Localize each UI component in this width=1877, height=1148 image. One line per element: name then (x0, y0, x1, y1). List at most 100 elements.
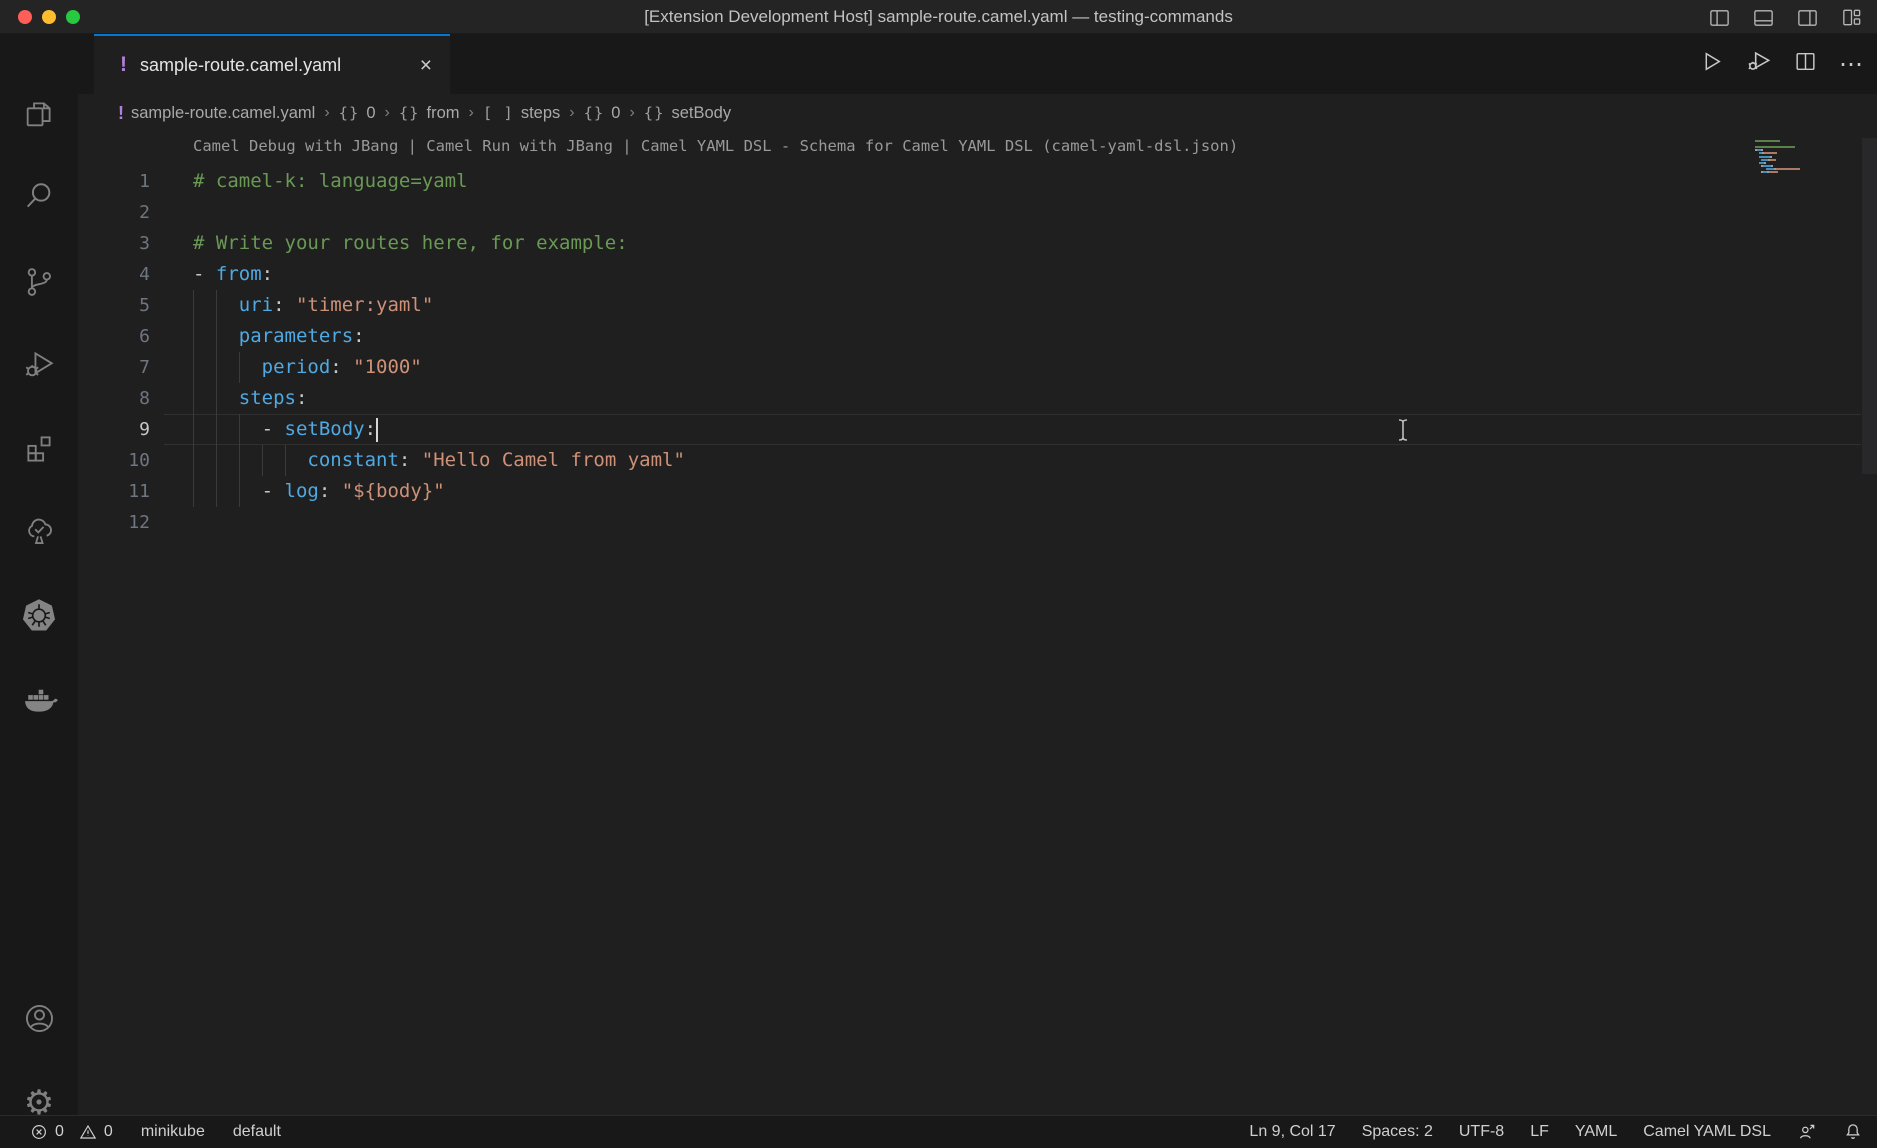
code-line-9[interactable]: 9 - setBody: (78, 414, 1877, 445)
code-text: # Write your routes here, for example: (193, 228, 628, 259)
code-line-3[interactable]: 3 # Write your routes here, for example: (78, 228, 1877, 259)
zoom-window-button[interactable] (66, 10, 80, 24)
language-mode[interactable]: YAML (1575, 1123, 1617, 1141)
docker-icon[interactable] (0, 671, 78, 723)
source-control-icon[interactable] (0, 256, 78, 308)
line-number[interactable]: 10 (78, 445, 150, 476)
breadcrumb-label: 0 (611, 104, 620, 123)
code-line-5[interactable]: 5 uri: "timer:yaml" (78, 290, 1877, 321)
extensions-icon[interactable] (0, 422, 78, 474)
tab-bar: ! sample-route.camel.yaml × ⋯ (78, 34, 1877, 94)
notifications-bell-icon[interactable] (1843, 1122, 1863, 1142)
code-text: constant: "Hello Camel from yaml" (193, 445, 685, 476)
breadcrumb-separator: › (629, 104, 634, 122)
code-line-12[interactable]: 12 (78, 507, 1877, 538)
breadcrumb-separator: › (469, 104, 474, 122)
toggle-primary-sidebar-icon[interactable] (1708, 6, 1731, 29)
code-line-8[interactable]: 8 steps: (78, 383, 1877, 414)
more-actions-icon[interactable]: ⋯ (1839, 50, 1865, 79)
code-text: parameters: (193, 321, 365, 352)
code-line-10[interactable]: 10 constant: "Hello Camel from yaml" (78, 445, 1877, 476)
encoding[interactable]: UTF-8 (1459, 1123, 1504, 1141)
yaml-warning-icon: ! (118, 103, 124, 124)
breadcrumb-item-from[interactable]: {}from (399, 104, 460, 123)
eol-selector[interactable]: LF (1530, 1123, 1549, 1141)
line-number[interactable]: 4 (78, 259, 150, 290)
minimap-line (1755, 146, 1795, 148)
minimize-window-button[interactable] (42, 10, 56, 24)
yaml-schema[interactable]: Camel YAML DSL (1643, 1123, 1771, 1141)
debug-run-icon[interactable] (1745, 48, 1772, 80)
minimap-line (1764, 152, 1777, 154)
tree-checkmark-icon[interactable] (0, 505, 78, 557)
feedback-icon[interactable] (1797, 1122, 1817, 1142)
cursor-position[interactable]: Ln 9, Col 17 (1249, 1123, 1335, 1141)
breadcrumb-item-steps[interactable]: [ ]steps (483, 104, 560, 123)
close-window-button[interactable] (18, 10, 32, 24)
code-line-1[interactable]: 1# camel-k: language=yaml (78, 166, 1877, 197)
breadcrumb-item-sample-route.camel.yaml[interactable]: !sample-route.camel.yaml (118, 103, 315, 124)
indentation[interactable]: Spaces: 2 (1362, 1123, 1433, 1141)
minimap-line (1769, 171, 1778, 173)
error-icon (30, 1123, 48, 1141)
accounts-icon[interactable] (0, 992, 78, 1044)
customize-layout-icon[interactable] (1840, 6, 1863, 29)
minimap[interactable] (1755, 140, 1875, 188)
kube-namespace[interactable]: default (233, 1123, 281, 1141)
current-line-highlight (164, 414, 1861, 445)
line-number[interactable]: 7 (78, 352, 150, 383)
code-text: uri: "timer:yaml" (193, 290, 433, 321)
close-tab-icon[interactable]: × (420, 55, 432, 76)
code-line-7[interactable]: 7 period: "1000" (78, 352, 1877, 383)
line-number[interactable]: 1 (78, 166, 150, 197)
breadcrumb-item-0[interactable]: {}0 (339, 104, 376, 123)
line-number[interactable]: 3 (78, 228, 150, 259)
toggle-panel-icon[interactable] (1752, 6, 1775, 29)
activity-bar: ⚙ (0, 34, 78, 1115)
run-icon[interactable] (1699, 49, 1724, 79)
line-number[interactable]: 2 (78, 197, 150, 228)
codelens-actions[interactable]: Camel Debug with JBang | Camel Run with … (193, 137, 1238, 161)
line-number[interactable]: 11 (78, 476, 150, 507)
window-title: [Extension Development Host] sample-rout… (644, 7, 1233, 27)
kube-context[interactable]: minikube (141, 1123, 205, 1141)
breadcrumb-label: from (427, 104, 460, 123)
scrollbar[interactable] (1862, 138, 1877, 474)
breadcrumb-item-0[interactable]: {}0 (584, 104, 621, 123)
breadcrumb: !sample-route.camel.yaml › {}0 › {}from › [ ]s… (78, 94, 1877, 132)
breadcrumb-item-setBody[interactable]: {}setBody (644, 104, 731, 123)
code-text: steps: (193, 383, 307, 414)
split-editor-icon[interactable] (1793, 49, 1818, 79)
text-cursor (376, 418, 378, 442)
code-line-4[interactable]: 4 - from: (78, 259, 1877, 290)
minimap-line (1770, 156, 1772, 158)
line-number[interactable]: 5 (78, 290, 150, 321)
code-line-2[interactable]: 2 (78, 197, 1877, 228)
breadcrumb-separator: › (569, 104, 574, 122)
search-icon[interactable] (0, 170, 78, 222)
code-line-11[interactable]: 11 - log: "${body}" (78, 476, 1877, 507)
minimap-line (1771, 165, 1773, 167)
code-text: - setBody: (193, 414, 376, 445)
mouse-ibeam-cursor (1395, 418, 1411, 447)
breadcrumb-label: steps (521, 104, 560, 123)
problems-indicator[interactable]: 0 0 (30, 1123, 113, 1141)
code-line-6[interactable]: 6 parameters: (78, 321, 1877, 352)
tab-sample-route[interactable]: ! sample-route.camel.yaml × (94, 34, 450, 94)
code-text: period: "1000" (193, 352, 422, 383)
minimap-line (1755, 140, 1780, 142)
editor[interactable]: Camel Debug with JBang | Camel Run with … (78, 132, 1877, 1115)
status-bar: 0 0 minikube default Ln 9, Col 17 Spaces… (0, 1115, 1877, 1148)
kubernetes-icon[interactable] (0, 588, 78, 640)
toggle-secondary-sidebar-icon[interactable] (1796, 6, 1819, 29)
code-text: - from: (193, 259, 273, 290)
tab-label: sample-route.camel.yaml (140, 55, 407, 76)
line-number[interactable]: 8 (78, 383, 150, 414)
explorer-icon[interactable] (0, 88, 78, 140)
breadcrumb-separator: › (385, 104, 390, 122)
warning-icon (79, 1123, 97, 1141)
line-number[interactable]: 6 (78, 321, 150, 352)
line-number[interactable]: 12 (78, 507, 150, 538)
line-number[interactable]: 9 (78, 414, 150, 445)
run-and-debug-icon[interactable] (0, 338, 78, 390)
